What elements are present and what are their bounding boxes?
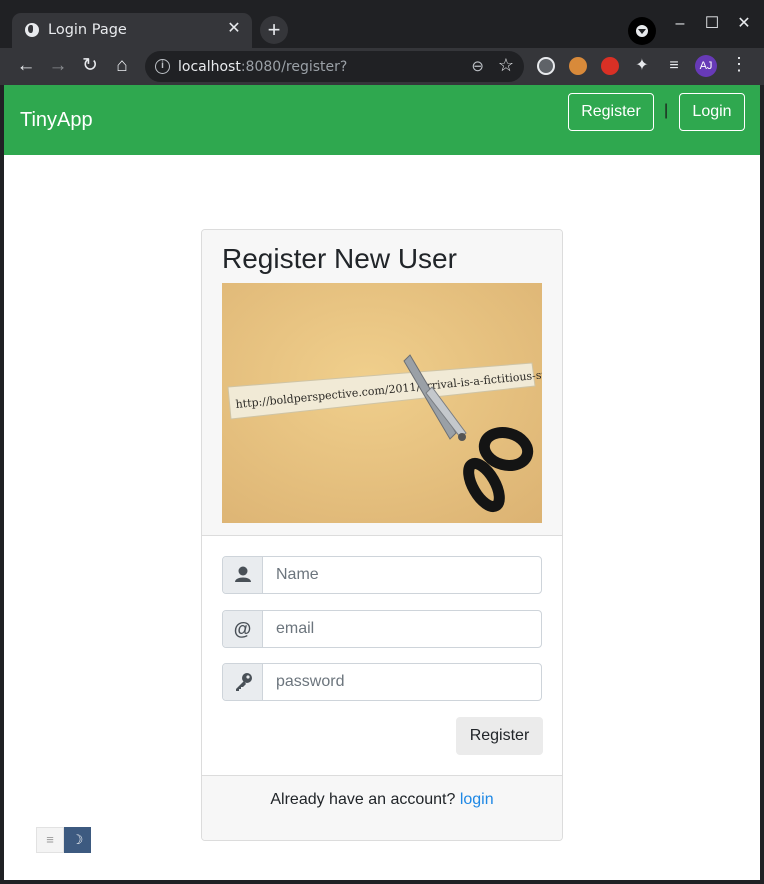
tab-title: Login Page: [48, 22, 127, 38]
home-icon[interactable]: ⌂: [110, 54, 134, 78]
info-icon[interactable]: i: [155, 59, 170, 74]
password-field: [222, 663, 542, 701]
card-footer: Already have an account? login: [202, 775, 562, 840]
tab-close-icon[interactable]: ✕: [224, 19, 244, 39]
back-icon[interactable]: ←: [14, 54, 38, 78]
extension-bulb-icon[interactable]: [537, 57, 555, 75]
user-icon: [223, 557, 263, 593]
globe-icon: [25, 23, 39, 37]
extensions-puzzle-icon[interactable]: ✦: [630, 54, 654, 78]
profile-avatar[interactable]: AJ: [695, 55, 717, 77]
reload-icon[interactable]: ↻: [78, 54, 102, 78]
tab-strip: Login Page ✕ + – ☐ ✕: [0, 0, 764, 48]
login-prompt: Already have an account? login: [270, 791, 494, 808]
at-icon: @: [223, 611, 263, 647]
tab-search-icon[interactable]: [628, 17, 656, 45]
nav-separator: |: [664, 102, 669, 119]
login-link[interactable]: login: [460, 791, 494, 808]
maximize-button[interactable]: ☐: [700, 12, 724, 36]
media-queue-icon[interactable]: ≡: [662, 54, 686, 78]
login-nav-button[interactable]: Login: [679, 93, 745, 131]
key-icon: [223, 664, 263, 700]
name-field: [222, 556, 542, 594]
card-header: Register New User http://boldperspective…: [202, 230, 562, 536]
url-text: localhost:8080/register?: [178, 59, 348, 75]
extension-face-icon[interactable]: [569, 57, 587, 75]
theme-toggle-widget: ≡ ☽: [36, 827, 92, 853]
minimize-button[interactable]: –: [668, 12, 692, 36]
close-window-button[interactable]: ✕: [732, 12, 756, 36]
browser-window: Login Page ✕ + – ☐ ✕ ← → ↻ ⌂ i localhost…: [0, 0, 764, 884]
extension-hand-icon[interactable]: [601, 57, 619, 75]
tab-login-page[interactable]: Login Page ✕: [12, 13, 252, 48]
scissors-image: http://boldperspective.com/2011/arrival-…: [222, 283, 542, 523]
new-tab-button[interactable]: +: [260, 16, 288, 44]
brand-link[interactable]: TinyApp: [20, 109, 93, 132]
forward-icon[interactable]: →: [46, 54, 70, 78]
email-input[interactable]: [264, 611, 540, 647]
browser-menu-icon[interactable]: ⋮: [730, 54, 748, 75]
email-field: @: [222, 610, 542, 648]
zoom-icon[interactable]: ⊖: [471, 57, 484, 75]
register-nav-button[interactable]: Register: [568, 93, 654, 131]
name-input[interactable]: [264, 557, 540, 593]
browser-toolbar: ← → ↻ ⌂ i localhost:8080/register? ⊖ ☆ ✦…: [0, 48, 764, 85]
address-bar[interactable]: i localhost:8080/register? ⊖ ☆: [145, 51, 524, 82]
password-input[interactable]: [264, 664, 540, 700]
top-navbar: TinyApp Register | Login: [4, 85, 760, 155]
menu-lines-icon[interactable]: ≡: [36, 827, 64, 853]
register-card: Register New User http://boldperspective…: [201, 229, 563, 841]
page-title: Register New User: [222, 243, 457, 274]
bookmark-star-icon[interactable]: ☆: [498, 55, 514, 76]
page-viewport: TinyApp Register | Login Register New Us…: [4, 85, 760, 880]
register-submit-button[interactable]: Register: [456, 717, 543, 755]
dark-mode-moon-icon[interactable]: ☽: [64, 827, 91, 853]
